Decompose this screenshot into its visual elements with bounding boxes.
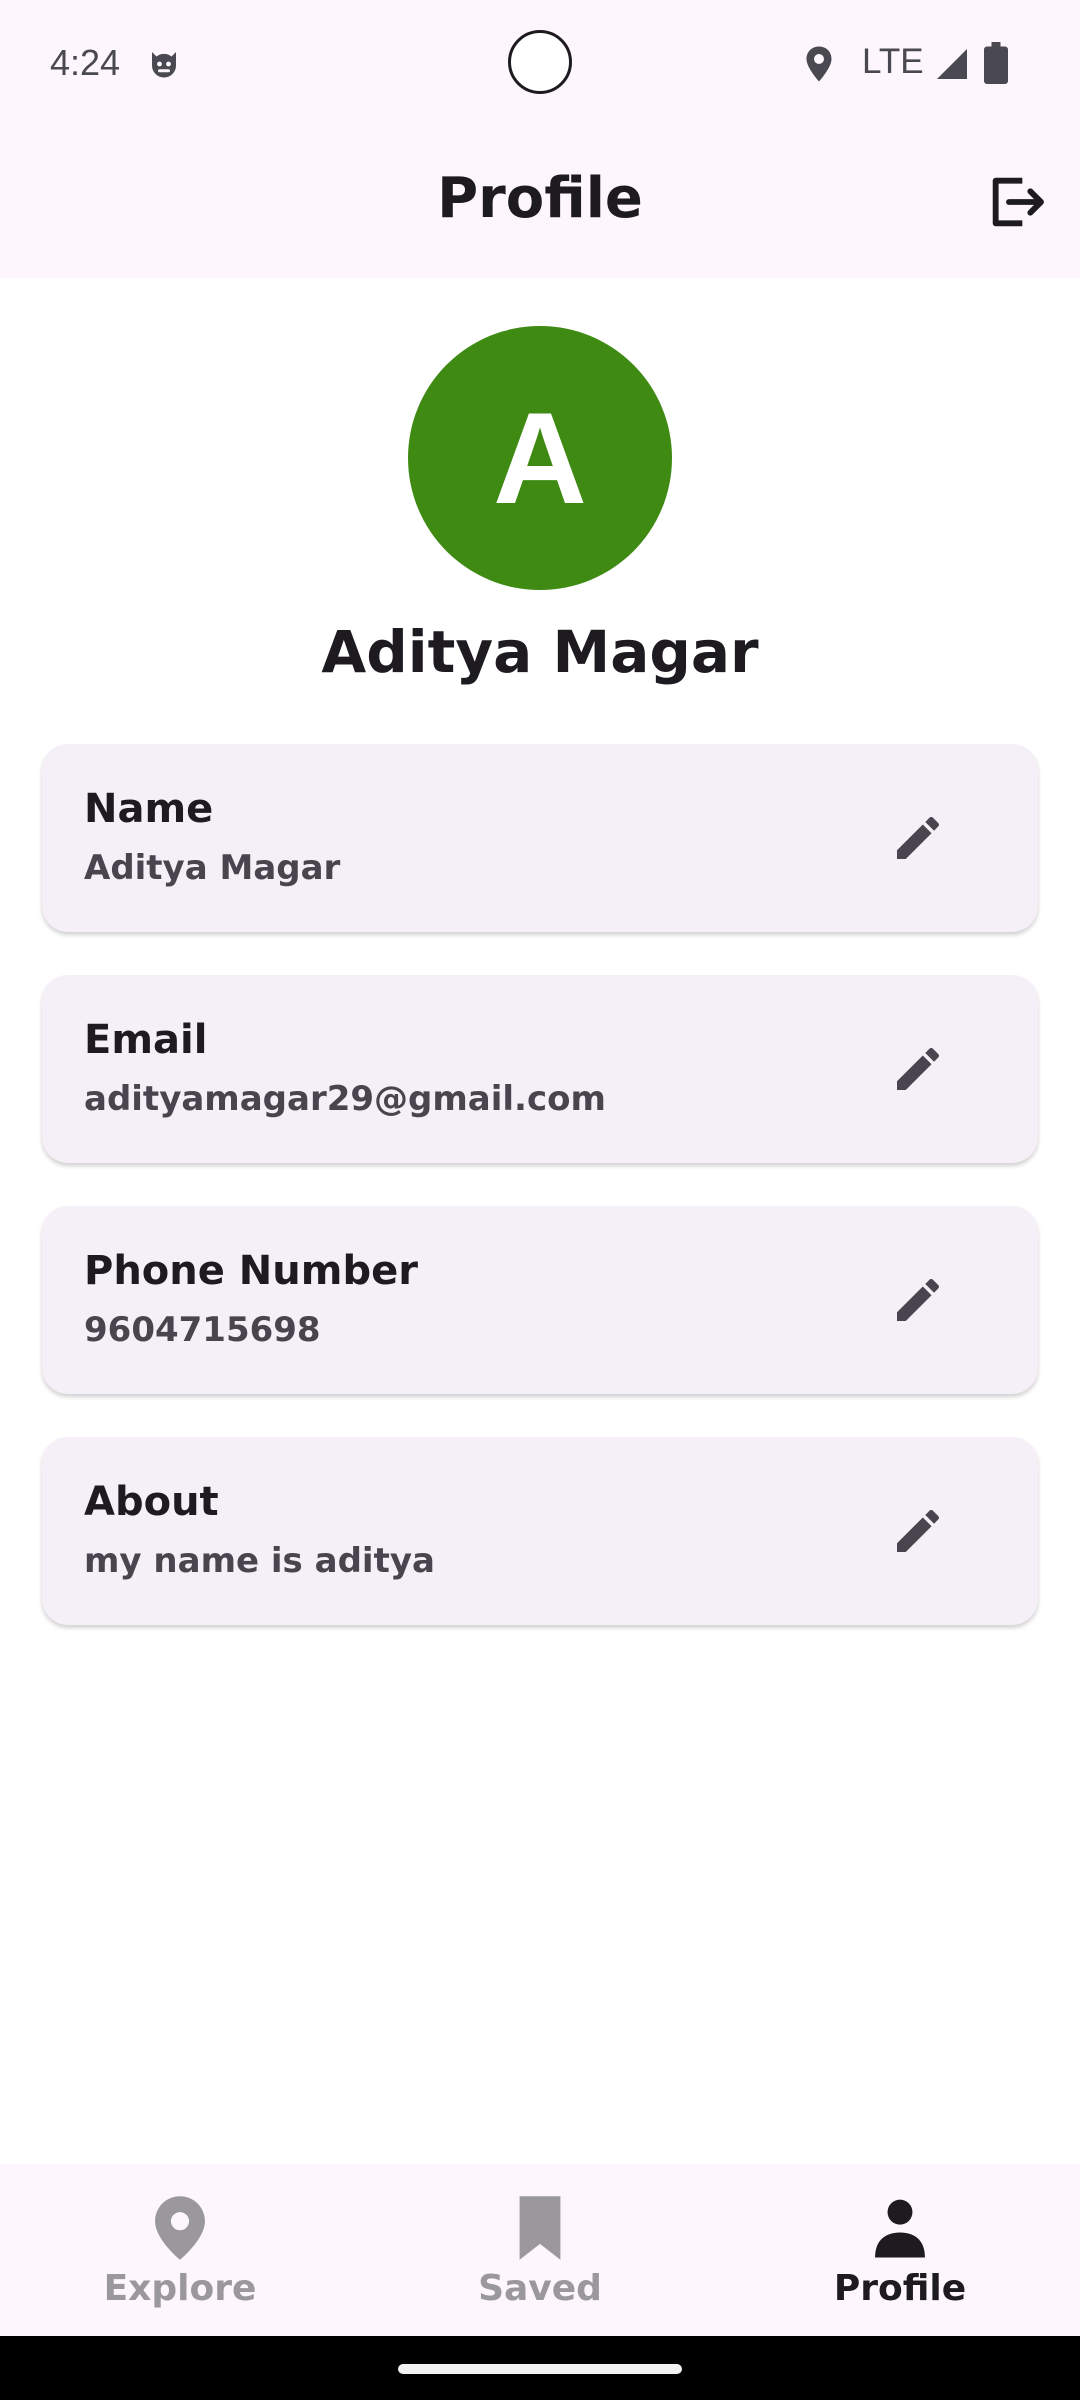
gesture-bar <box>0 2336 1080 2400</box>
card-value: 9604715698 <box>84 1310 321 1350</box>
card-label: Email <box>84 1017 208 1063</box>
edit-phone-button[interactable] <box>878 1260 958 1340</box>
battery-icon <box>984 42 1008 84</box>
pencil-icon <box>897 816 940 859</box>
nav-label: Saved <box>478 2268 602 2309</box>
card-label: Name <box>84 786 214 832</box>
app-bar: Profile <box>0 130 1080 278</box>
page-title: Profile <box>437 166 643 231</box>
logout-icon <box>992 177 1044 227</box>
edit-email-button[interactable] <box>878 1029 958 1109</box>
card-value: adityamagar29@gmail.com <box>84 1079 606 1119</box>
card-label: About <box>84 1479 219 1525</box>
cat-face-icon <box>152 52 176 78</box>
bookmark-icon <box>519 2196 561 2260</box>
profile-screen: 4:24 LTE Profile A Aditya Magar Name Adi… <box>0 0 1080 2400</box>
card-label: Phone Number <box>84 1248 418 1294</box>
card-value: Aditya Magar <box>84 848 341 888</box>
status-time: 4:24 <box>50 42 121 83</box>
pencil-icon <box>897 1278 940 1321</box>
logout-button[interactable] <box>985 170 1049 234</box>
about-card: About my name is aditya <box>42 1437 1038 1625</box>
camera-cutout <box>508 30 572 94</box>
map-pin-icon <box>155 2196 205 2260</box>
bottom-nav: Explore Saved Profile <box>0 2164 1080 2336</box>
edit-name-button[interactable] <box>878 798 958 878</box>
network-type: LTE <box>862 42 924 81</box>
nav-item-profile[interactable]: Profile <box>720 2164 1080 2336</box>
email-card: Email adityamagar29@gmail.com <box>42 975 1038 1163</box>
status-bar: 4:24 LTE <box>0 0 1080 130</box>
phone-card: Phone Number 9604715698 <box>42 1206 1038 1394</box>
signal-icon <box>937 49 967 79</box>
person-icon <box>875 2199 925 2258</box>
location-icon <box>806 46 832 82</box>
nav-item-explore[interactable]: Explore <box>0 2164 360 2336</box>
display-name: Aditya Magar <box>321 618 759 686</box>
edit-about-button[interactable] <box>878 1491 958 1571</box>
name-card: Name Aditya Magar <box>42 744 1038 932</box>
nav-label: Profile <box>833 2268 967 2309</box>
nav-item-saved[interactable]: Saved <box>360 2164 720 2336</box>
pencil-icon <box>897 1509 940 1552</box>
pencil-icon <box>897 1047 940 1090</box>
card-value: my name is aditya <box>84 1541 435 1581</box>
avatar: A <box>408 326 672 590</box>
nav-label: Explore <box>103 2268 257 2309</box>
home-indicator[interactable] <box>398 2364 682 2374</box>
